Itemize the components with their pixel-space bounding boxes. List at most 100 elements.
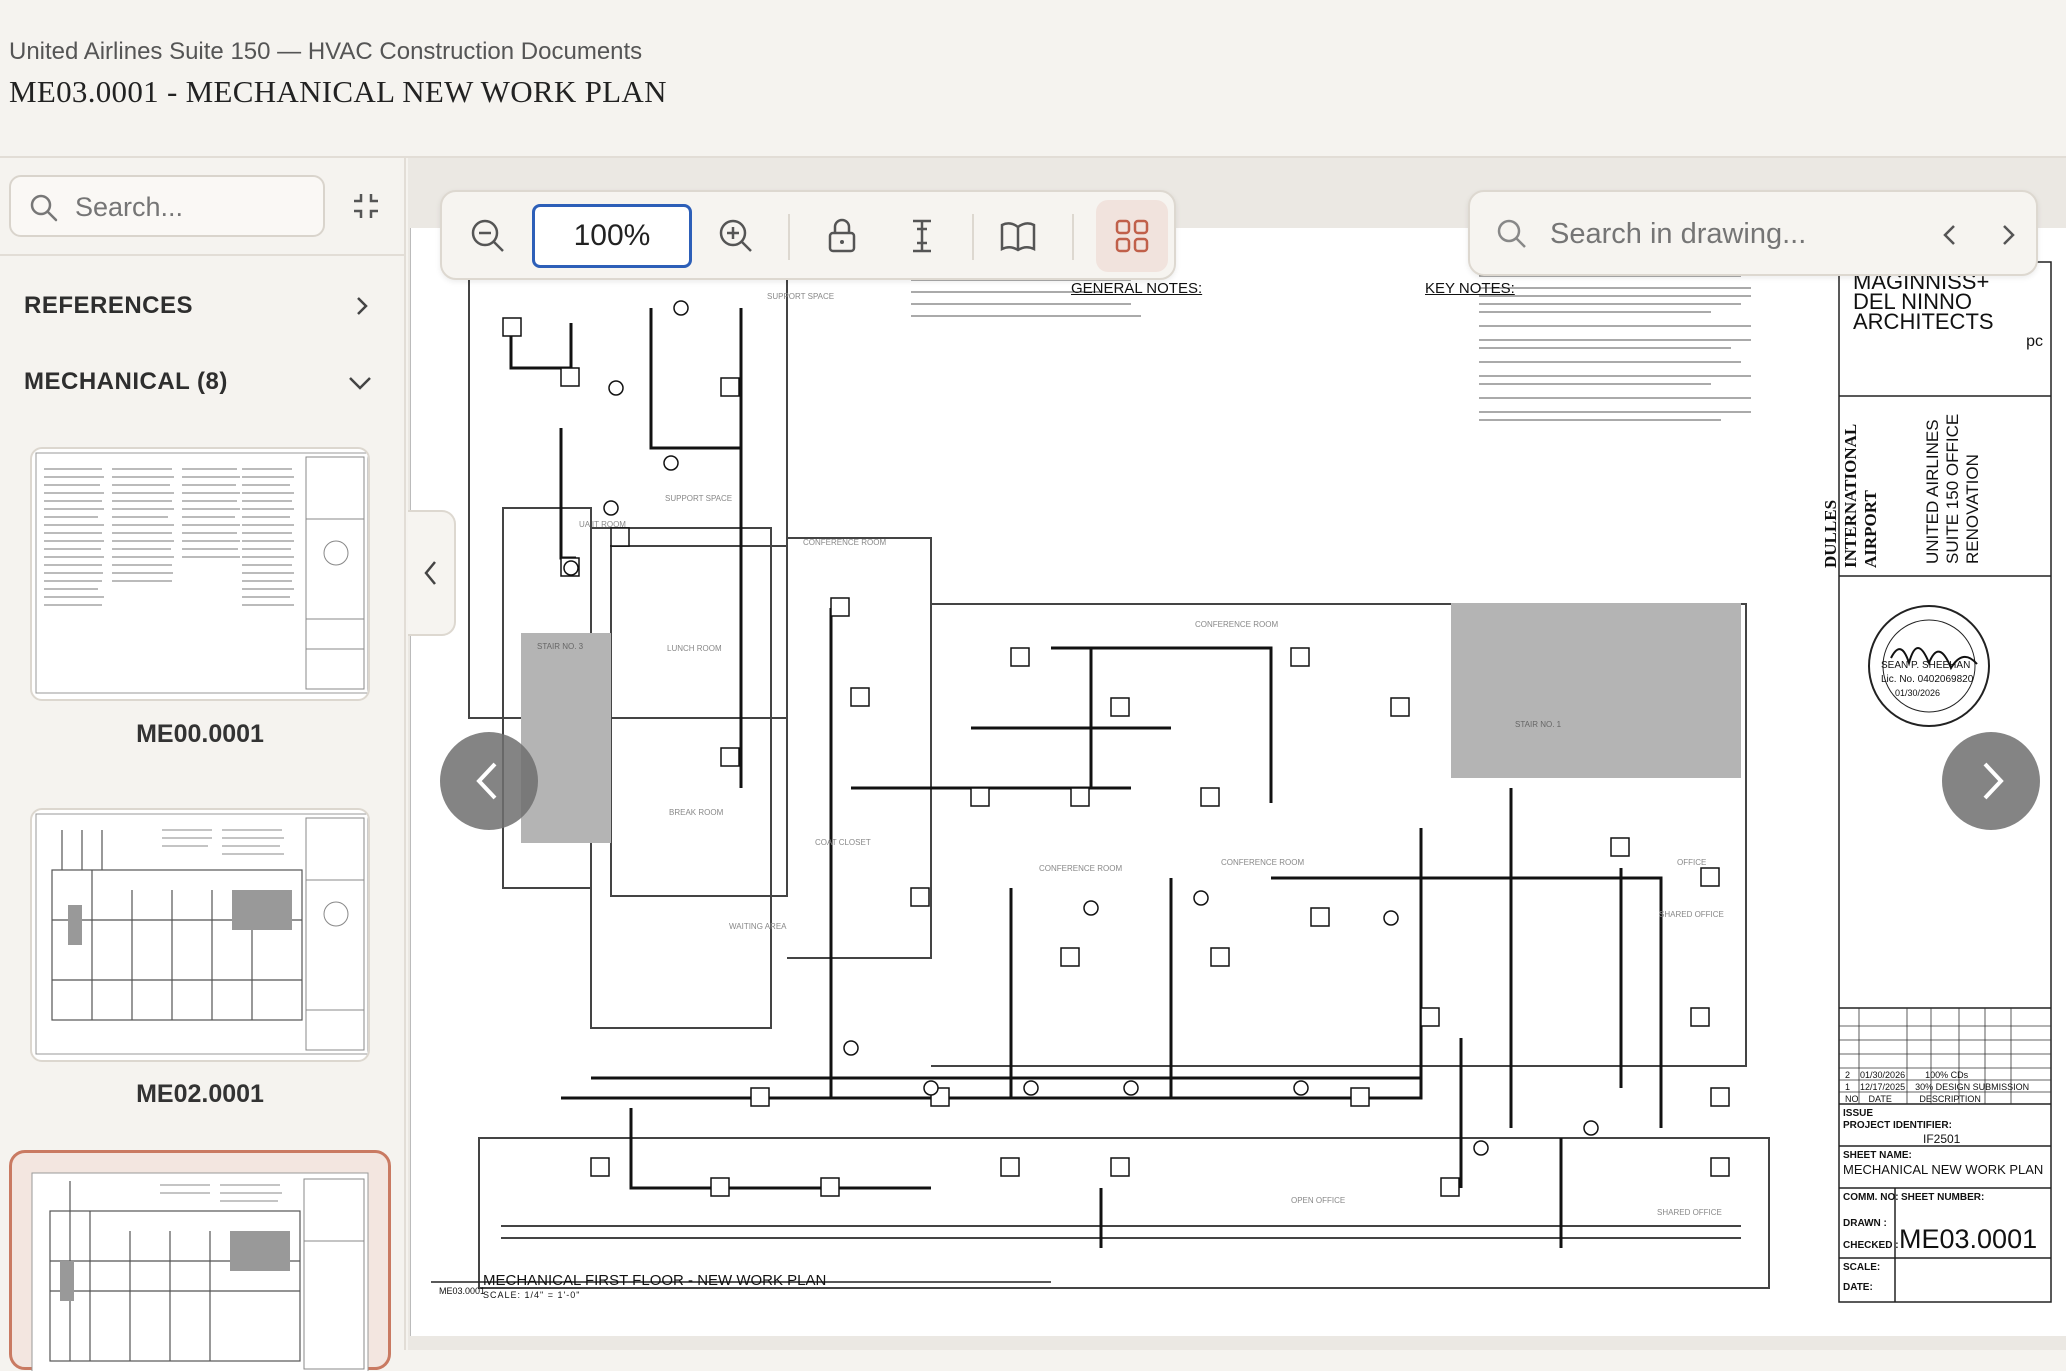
chevron-left-icon — [476, 762, 497, 800]
room-label: BREAK ROOM — [669, 808, 724, 817]
general-notes-title: GENERAL NOTES: — [1071, 280, 1203, 297]
text-cursor-icon — [913, 219, 931, 253]
project-line3: RENOVATION — [1963, 454, 1982, 564]
mechanical-plan-drawing — [431, 261, 2052, 1303]
plan-reference: ME03.0001 — [439, 1286, 486, 1296]
issue-desc: 30% DESIGN SUBMISSION — [1915, 1082, 2030, 1092]
issue-date: 12/17/2025 — [1860, 1082, 1906, 1092]
issue-no: 1 — [1845, 1082, 1851, 1092]
text-select-button[interactable] — [898, 212, 946, 260]
page-header: United Airlines Suite 150 — HVAC Constru… — [0, 0, 2066, 158]
zoom-in-button[interactable] — [712, 212, 760, 260]
collapse-icon[interactable] — [350, 190, 382, 222]
sheet-name: MECHANICAL NEW WORK PLAN — [1843, 1162, 2044, 1177]
viewer-toolbar: 100% — [440, 190, 1176, 280]
chevron-down-icon — [349, 377, 371, 390]
section-mechanical-label: MECHANICAL (8) — [24, 368, 228, 395]
plan-scale: SCALE: 1/4" = 1'-0" — [483, 1290, 581, 1300]
room-label: STAIR NO. 3 — [537, 642, 584, 651]
comm-no-label: COMM. NO: — [1843, 1192, 1899, 1203]
issue-header-date: DATE — [1868, 1094, 1892, 1104]
book-view-button[interactable] — [994, 212, 1042, 260]
sidebar-divider — [0, 254, 406, 256]
previous-result-icon[interactable] — [1936, 220, 1964, 250]
section-mechanical[interactable]: MECHANICAL (8) — [24, 362, 374, 402]
zoom-out-button[interactable] — [464, 212, 512, 260]
issue-no: 2 — [1845, 1070, 1851, 1080]
toggle-sidebar-button[interactable] — [408, 510, 456, 636]
page-title: ME03.0001 - MECHANICAL NEW WORK PLAN — [9, 74, 667, 109]
issue-row-1: 1 12/17/2025 30% DESIGN SUBMISSION — [1845, 1082, 2029, 1092]
drawing-search-input[interactable] — [1550, 210, 1870, 258]
lock-button[interactable] — [818, 212, 866, 260]
thumbnail-preview — [35, 452, 368, 694]
airport-name: DULLES INTERNATIONAL AIRPORT — [1821, 368, 1881, 568]
zoom-in-icon — [719, 219, 752, 252]
room-label: SUPPORT SPACE — [665, 494, 733, 503]
thumbnail-label: ME02.0001 — [136, 1080, 264, 1108]
room-label: COAT CLOSET — [815, 838, 871, 847]
issue-header-no: NO — [1845, 1094, 1859, 1104]
sidebar-search-input[interactable] — [75, 187, 315, 227]
project-name: UNITED AIRLINES SUITE 150 OFFICE RENOVAT… — [1923, 364, 1983, 564]
room-label: CONFERENCE ROOM — [1221, 858, 1305, 867]
toolbar-divider — [1072, 214, 1074, 260]
section-references[interactable]: REFERENCES — [24, 286, 374, 326]
room-label: SHARED OFFICE — [1657, 1208, 1722, 1217]
firm-name-line3: ARCHITECTS — [1853, 309, 1994, 334]
grid-view-button[interactable] — [1096, 200, 1168, 272]
lock-icon — [828, 218, 856, 253]
firm-logo: MAGINNISS+ DEL NINNO ARCHITECTS pc — [1853, 271, 2043, 352]
issue-headers: NO DATE DESCRIPTION — [1845, 1094, 1981, 1104]
chevron-left-icon — [424, 561, 436, 585]
document-subtitle: United Airlines Suite 150 — HVAC Constru… — [9, 38, 643, 65]
airport-line3: AIRPORT — [1861, 490, 1880, 568]
seal-name: SEAN P. SHEEHAN — [1881, 660, 1971, 671]
search-icon — [30, 194, 58, 222]
issue-header-desc: DESCRIPTION — [1919, 1094, 1981, 1104]
sheet-thumbnail-me02[interactable] — [30, 808, 370, 1062]
airport-line2: INTERNATIONAL — [1841, 423, 1860, 568]
scale-label: SCALE: — [1843, 1262, 1881, 1273]
issue-row-2: 2 01/30/2026 100% CDs — [1845, 1070, 1968, 1080]
room-label: SHARED OFFICE — [1659, 910, 1724, 919]
toolbar-divider — [788, 214, 790, 260]
room-label: LUNCH ROOM — [667, 644, 722, 653]
sidebar-search[interactable] — [9, 175, 325, 237]
grid-icon — [1115, 219, 1149, 253]
room-label: CONFERENCE ROOM — [1039, 864, 1123, 873]
zoom-level-input[interactable]: 100% — [532, 204, 692, 268]
checked-label: CHECKED : — [1843, 1240, 1899, 1251]
thumbnail-preview — [31, 1172, 369, 1371]
room-label: OPEN OFFICE — [1291, 1196, 1346, 1205]
issue-label: ISSUE — [1843, 1108, 1874, 1119]
previous-sheet-button[interactable] — [440, 732, 538, 830]
next-sheet-button[interactable] — [1942, 732, 2040, 830]
room-label: STAIR NO. 1 — [1515, 720, 1562, 729]
issue-desc: 100% CDs — [1925, 1070, 1969, 1080]
project-line1: UNITED AIRLINES — [1923, 419, 1942, 564]
key-notes-title: KEY NOTES: — [1425, 280, 1515, 297]
sheet-number: ME03.0001 — [1899, 1224, 2038, 1254]
sheet-name-label: SHEET NAME: — [1843, 1150, 1912, 1161]
firm-name-suffix: pc — [2026, 333, 2043, 350]
room-label: SUPPORT SPACE — [767, 292, 835, 301]
thumbnail-preview — [35, 813, 368, 1055]
sheet-number-label: SHEET NUMBER: — [1901, 1192, 1985, 1203]
project-identifier-label: PROJECT IDENTIFIER: — [1843, 1120, 1952, 1131]
project-identifier: IF2501 — [1923, 1132, 1961, 1146]
sheet-thumbnail-me00[interactable] — [30, 447, 370, 701]
room-label: UA IT ROOM — [579, 520, 626, 529]
room-label: CONFERENCE ROOM — [803, 538, 887, 547]
drawing-sheet[interactable]: GENERAL NOTES: KEY NOTES: MAGINNISS+ DEL… — [410, 228, 2066, 1336]
section-references-label: REFERENCES — [24, 292, 194, 319]
project-line2: SUITE 150 OFFICE — [1943, 413, 1962, 564]
airport-line1: DULLES — [1821, 499, 1840, 568]
issue-date: 01/30/2026 — [1860, 1070, 1906, 1080]
date-label: DATE: — [1843, 1282, 1873, 1293]
chevron-right-icon — [357, 297, 368, 315]
seal-license: Lic. No. 0402069820 — [1881, 674, 1974, 685]
zoom-out-icon — [471, 219, 504, 252]
next-result-icon[interactable] — [1994, 220, 2022, 250]
sheet-thumbnail-me03-selected[interactable] — [9, 1150, 391, 1371]
